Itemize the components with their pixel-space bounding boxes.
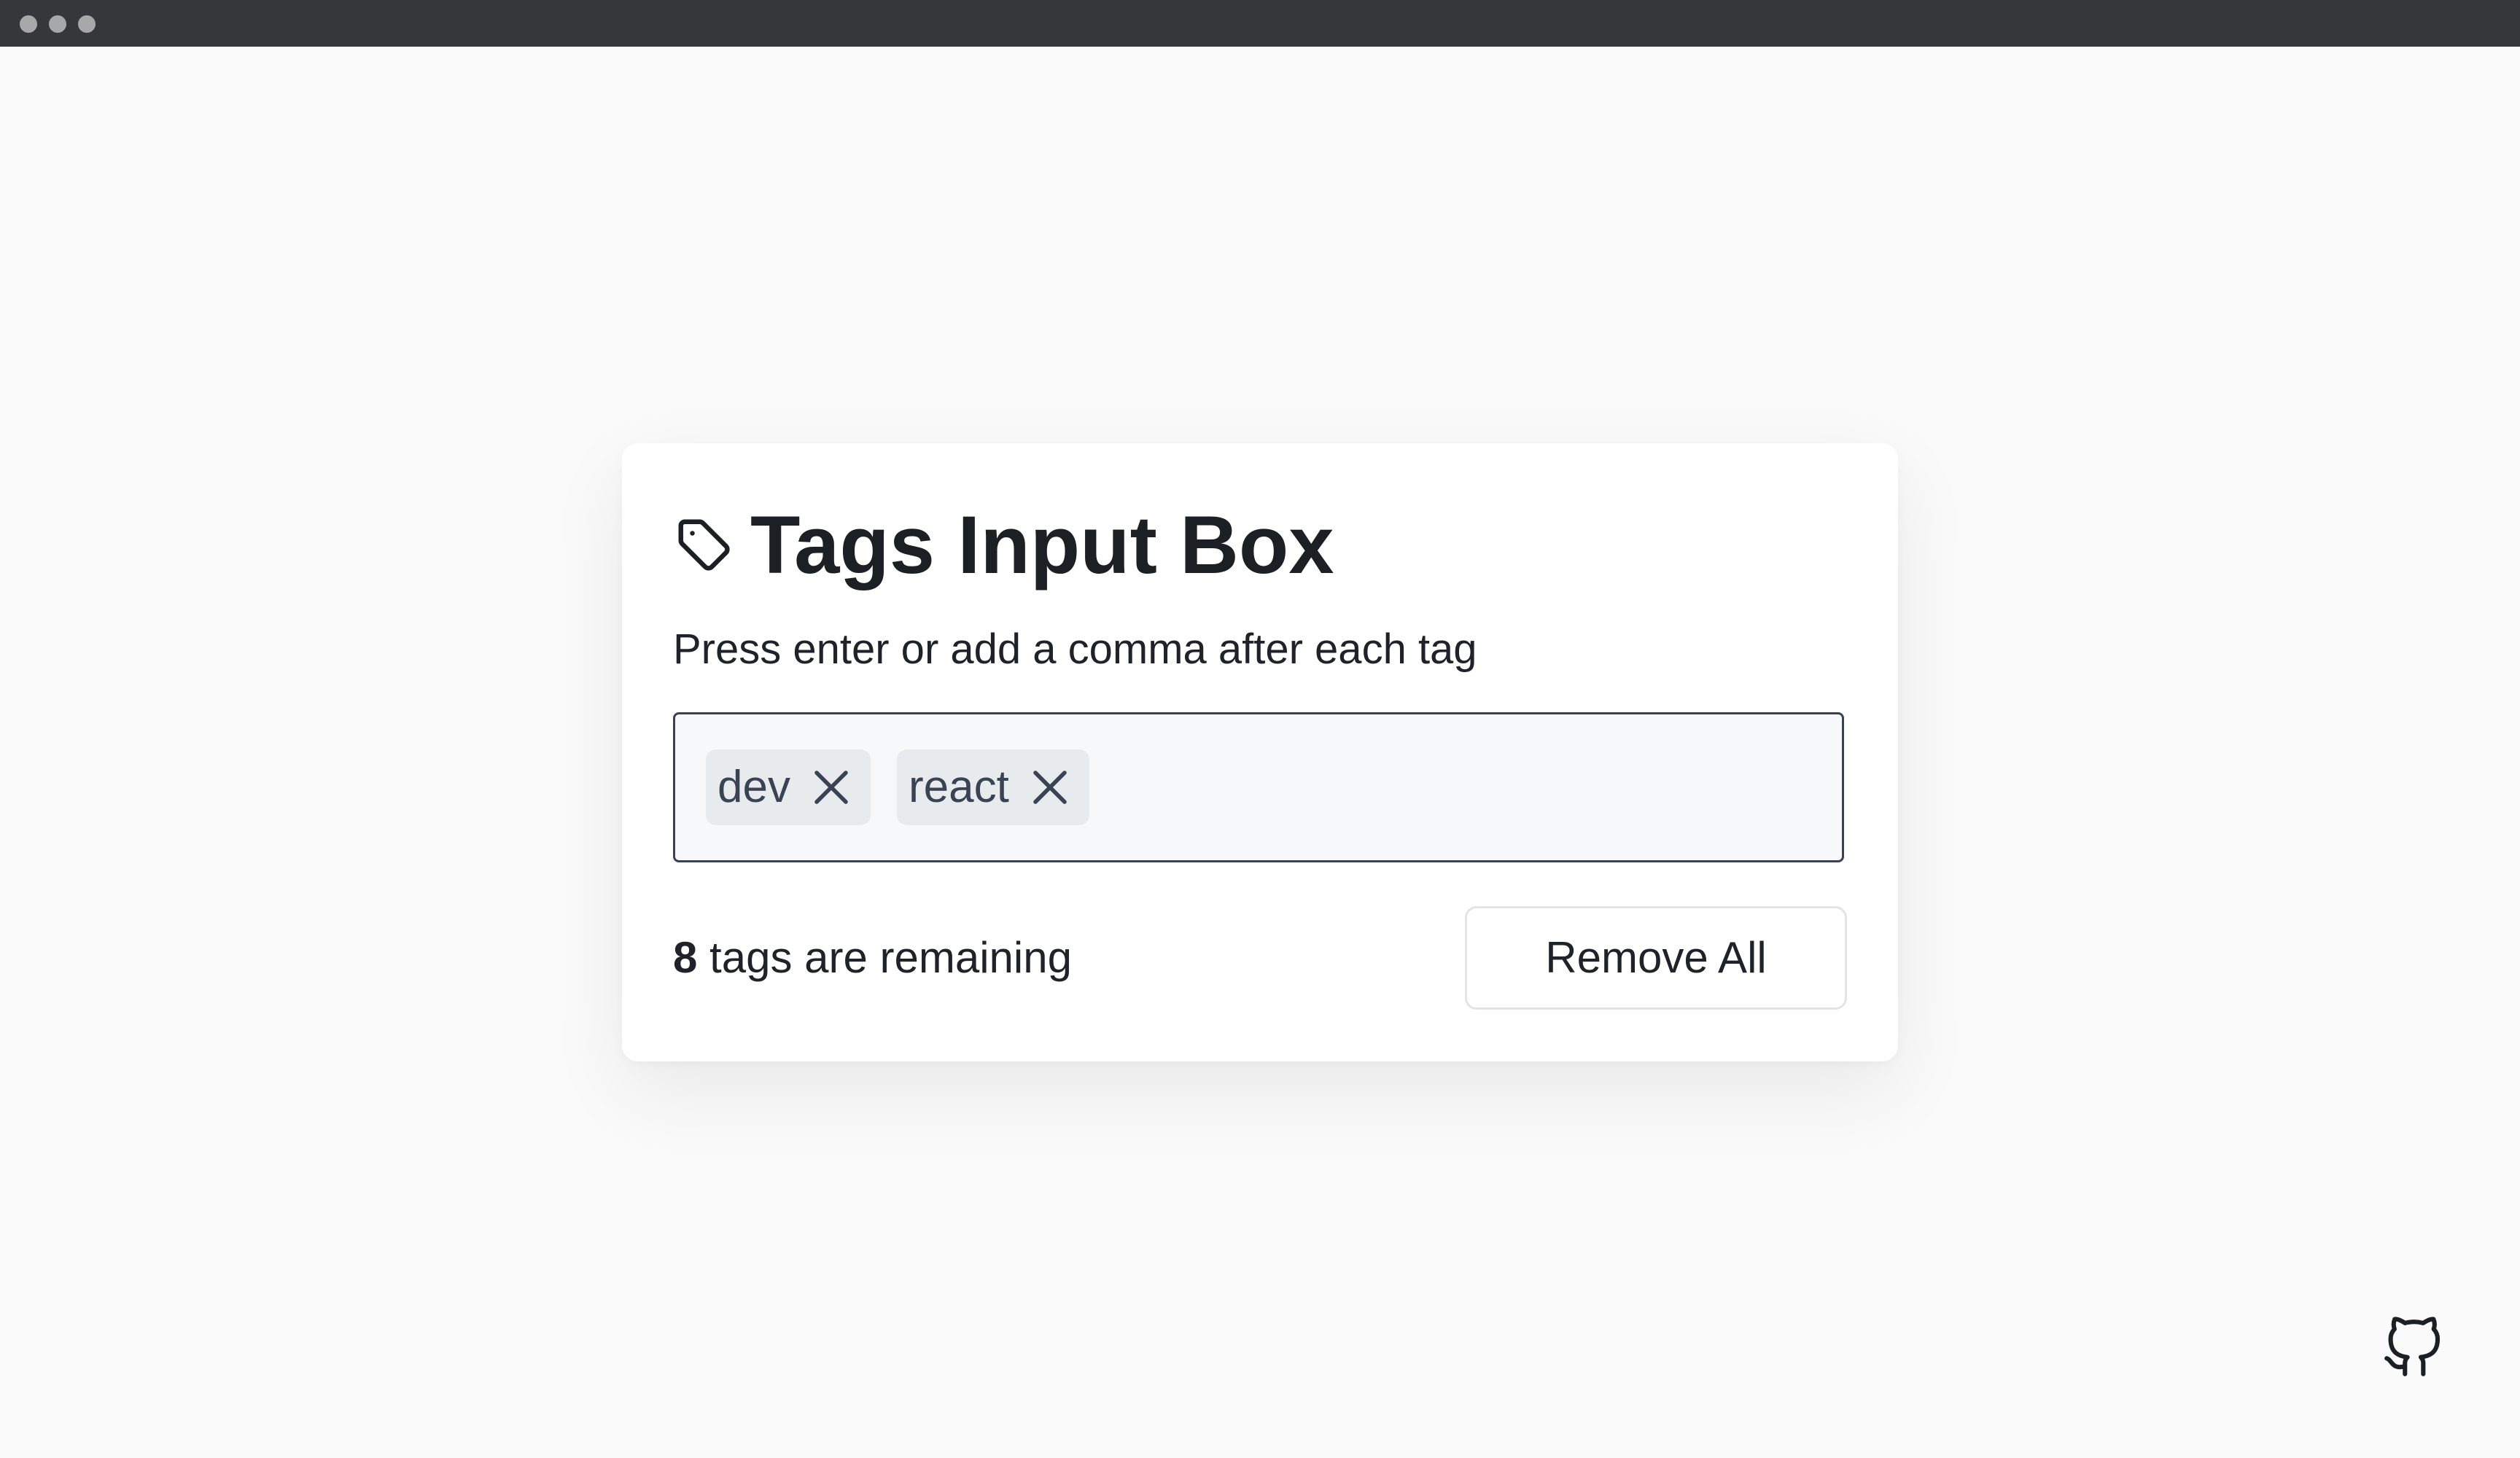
remaining-count: 8 [673,933,698,982]
window-titlebar [0,0,2520,47]
close-icon[interactable] [1028,765,1072,809]
tag-chip-label: react [908,762,1009,812]
tags-input-card: Tags Input Box Press enter or add a comm… [622,443,1898,1061]
tag-icon [678,519,730,571]
tag-chip: react [896,749,1089,825]
tag-chip-label: dev [718,762,790,812]
github-icon[interactable] [2381,1317,2444,1379]
tag-chip: dev [706,749,871,825]
remaining-tags-status: 8 tags are remaining [673,932,1072,984]
window-minimize-button[interactable] [49,15,66,33]
remove-all-button[interactable]: Remove All [1465,906,1847,1010]
tag-text-input[interactable] [1115,750,1842,824]
close-icon[interactable] [809,765,853,809]
remaining-text: tags are remaining [697,933,1072,982]
tags-input-box[interactable]: dev react [673,712,1844,862]
page-title: Tags Input Box [750,499,1334,590]
title-row: Tags Input Box [673,502,1334,589]
instructions-text: Press enter or add a comma after each ta… [673,625,1477,673]
window-close-button[interactable] [20,15,37,33]
window-maximize-button[interactable] [78,15,96,33]
